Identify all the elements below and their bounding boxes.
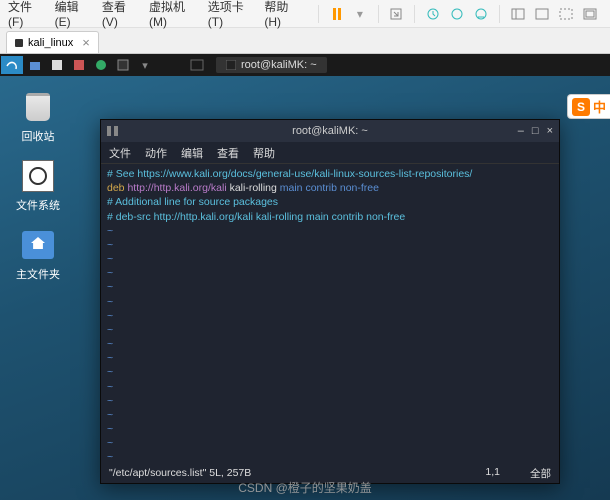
menu-view[interactable]: 查看(V): [102, 0, 135, 29]
app1-icon[interactable]: [47, 56, 67, 74]
fullscreen-icon[interactable]: [559, 6, 573, 22]
tab-kali-linux[interactable]: kali_linux ×: [6, 31, 99, 53]
home-icon: [22, 231, 54, 259]
term-menu-view[interactable]: 查看: [217, 145, 239, 161]
desktop-icon-filesystem[interactable]: 文件系统: [12, 158, 64, 213]
app-menubar: 文件(F) 编辑(E) 查看(V) 虚拟机(M) 选项卡(T) 帮助(H) ▾: [0, 0, 610, 28]
filesystem-icon: [22, 160, 54, 192]
ime-lang-label: 中: [593, 97, 606, 116]
terminal-title-text: root@kaliMK: ~: [292, 125, 368, 137]
trash-label: 回收站: [12, 128, 64, 144]
send-icon[interactable]: [389, 6, 403, 22]
snapshot-icon[interactable]: [426, 6, 440, 22]
terminal-window: root@kaliMK: ~ – □ × 文件 动作 编辑 查看 帮助 # Se…: [100, 119, 560, 484]
status-mode: 全部: [530, 466, 551, 481]
window-minimize-button[interactable]: –: [518, 125, 524, 137]
home-label: 主文件夹: [12, 266, 64, 282]
term-menu-edit[interactable]: 编辑: [181, 145, 203, 161]
status-file: "/etc/apt/sources.list" 5L, 257B: [109, 467, 251, 479]
window-maximize-button[interactable]: □: [532, 125, 539, 137]
tab-bar: kali_linux ×: [0, 28, 610, 54]
manage-icon[interactable]: [474, 6, 488, 22]
terminal-content[interactable]: # See https://www.kali.org/docs/general-…: [101, 164, 559, 463]
vm-desktop[interactable]: ▾ root@kaliMK: ~ 回收站 文件系统 主文件夹 S 中 root@…: [0, 54, 610, 500]
sogou-logo-icon: S: [572, 98, 590, 116]
terminal-menubar: 文件 动作 编辑 查看 帮助: [101, 142, 559, 164]
desktop-icon-home[interactable]: 主文件夹: [12, 227, 64, 282]
pause-icon[interactable]: [330, 6, 343, 22]
app2-icon[interactable]: [69, 56, 89, 74]
tab-icon: [15, 39, 23, 47]
menu-tabs[interactable]: 选项卡(T): [208, 0, 251, 29]
separator: [318, 5, 319, 23]
unity-icon[interactable]: [583, 6, 597, 22]
menu-file[interactable]: 文件(F): [8, 0, 41, 29]
desktop-icons: 回收站 文件系统 主文件夹: [12, 89, 64, 282]
filesystem-label: 文件系统: [12, 197, 64, 213]
trash-icon: [26, 93, 50, 121]
term-menu-file[interactable]: 文件: [109, 145, 131, 161]
tab-label: kali_linux: [28, 37, 73, 49]
dropdown-icon[interactable]: ▾: [353, 6, 366, 22]
separator: [378, 5, 379, 23]
terminal-titlebar[interactable]: root@kaliMK: ~ – □ ×: [101, 120, 559, 142]
kali-menu-icon[interactable]: [1, 56, 23, 74]
csdn-watermark: CSDN @橙子的坚果奶盖: [238, 479, 372, 496]
files-icon[interactable]: [25, 56, 45, 74]
tab-close-icon[interactable]: ×: [82, 35, 90, 50]
view2-icon[interactable]: [535, 6, 549, 22]
terminal-task-icon: [226, 60, 236, 70]
term-menu-action[interactable]: 动作: [145, 145, 167, 161]
view1-icon[interactable]: [511, 6, 525, 22]
menu-vm[interactable]: 虚拟机(M): [149, 0, 194, 29]
terminal-app-icon: [107, 126, 118, 136]
window-close-button[interactable]: ×: [547, 125, 553, 137]
separator: [414, 5, 415, 23]
taskbar-window-button[interactable]: root@kaliMK: ~: [216, 57, 327, 73]
status-position: 1,1: [485, 466, 500, 481]
desktop-icon-trash[interactable]: 回收站: [12, 89, 64, 144]
workspace-icon[interactable]: [187, 56, 207, 74]
menu-help[interactable]: 帮助(H): [264, 0, 298, 29]
task-label: root@kaliMK: ~: [241, 59, 317, 71]
kali-taskbar: ▾ root@kaliMK: ~: [0, 54, 610, 76]
separator: [499, 5, 500, 23]
ime-indicator[interactable]: S 中: [567, 94, 610, 119]
app4-icon[interactable]: ▾: [135, 56, 155, 74]
revert-icon[interactable]: [450, 6, 464, 22]
menu-edit[interactable]: 编辑(E): [55, 0, 88, 29]
term-menu-help[interactable]: 帮助: [253, 145, 275, 161]
app3-icon[interactable]: [91, 56, 111, 74]
terminal-launcher-icon[interactable]: [113, 56, 133, 74]
